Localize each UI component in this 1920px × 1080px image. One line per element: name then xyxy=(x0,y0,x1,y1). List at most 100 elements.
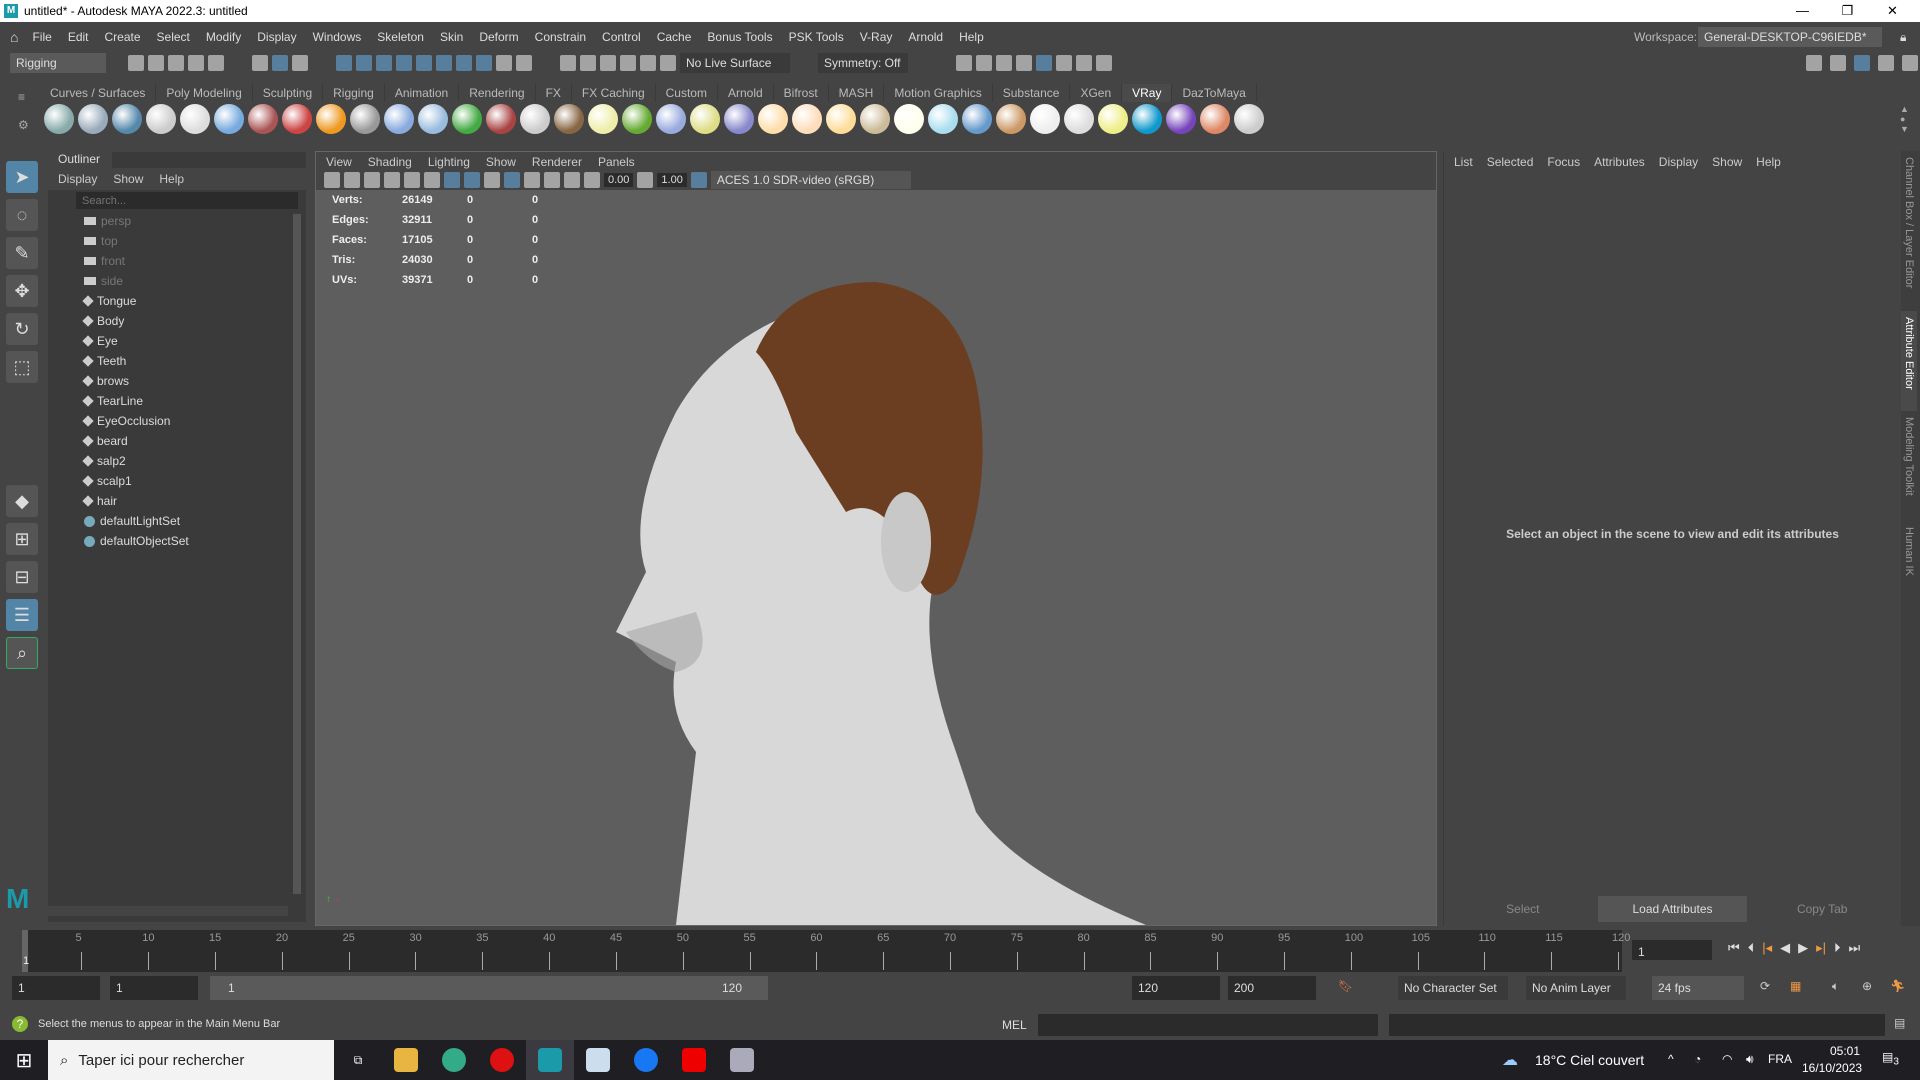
select-tool-icon[interactable]: ➤ xyxy=(6,161,38,193)
home-icon[interactable]: ⌂ xyxy=(10,29,18,45)
menu-bonus-tools[interactable]: Bonus Tools xyxy=(707,30,772,44)
move-tool-icon[interactable]: ✥ xyxy=(6,275,38,307)
scale-tool-icon[interactable]: ⬚ xyxy=(6,351,38,383)
menu-windows[interactable]: Windows xyxy=(313,30,362,44)
maya-taskbar-icon[interactable] xyxy=(526,1040,574,1080)
vray-dome-icon[interactable] xyxy=(588,104,618,134)
snap-surface-icon[interactable] xyxy=(396,55,412,71)
outliner-search-input[interactable] xyxy=(76,192,298,209)
network-icon[interactable]: ◔ xyxy=(1694,1052,1701,1066)
shelf-tab-vray[interactable]: VRay xyxy=(1122,84,1173,102)
menu-skin[interactable]: Skin xyxy=(440,30,463,44)
close-button[interactable]: ✕ xyxy=(1870,0,1915,22)
go-to-end-icon[interactable]: ⏭ xyxy=(1849,940,1861,956)
tab-channel-box[interactable]: Channel Box / Layer Editor xyxy=(1901,151,1917,311)
vray-rect-light-icon[interactable] xyxy=(928,104,958,134)
menu-select[interactable]: Select xyxy=(157,30,190,44)
load-attributes-button[interactable]: Load Attributes xyxy=(1597,896,1748,922)
input-language[interactable]: FRA xyxy=(1768,1052,1792,1066)
menu-file[interactable]: File xyxy=(32,30,51,44)
light-editor-icon[interactable] xyxy=(1076,55,1092,71)
vray-scatter-icon[interactable] xyxy=(656,104,686,134)
copy-tab-button[interactable]: Copy Tab xyxy=(1747,896,1897,922)
help-icon[interactable] xyxy=(1234,104,1264,134)
task-view-icon[interactable]: ⧉ xyxy=(334,1040,382,1080)
weather-text[interactable]: 18°C Ciel couvert xyxy=(1535,1052,1644,1068)
menu-control[interactable]: Control xyxy=(602,30,641,44)
wifi-icon[interactable]: ◠ xyxy=(1722,1052,1732,1066)
maximize-button[interactable]: ❐ xyxy=(1825,0,1870,22)
auto-key-icon[interactable]: 🔖︎ xyxy=(1338,979,1353,993)
outliner-item[interactable]: persp xyxy=(48,211,306,231)
viewport-menu-lighting[interactable]: Lighting xyxy=(428,155,470,169)
single-perspective-layout-icon[interactable]: ◆ xyxy=(6,485,38,517)
channel-box-toggle-icon[interactable] xyxy=(1902,55,1918,71)
render-settings-icon[interactable] xyxy=(1016,55,1032,71)
outliner-scrollbar[interactable] xyxy=(293,214,301,894)
tab-modeling-toolkit[interactable]: Modeling Toolkit xyxy=(1901,411,1917,521)
exposure-field[interactable]: 0.00 xyxy=(604,173,634,187)
step-back-frame-icon[interactable]: ⏴ xyxy=(1748,940,1755,956)
file-explorer-icon[interactable] xyxy=(382,1040,430,1080)
color-management-icon[interactable] xyxy=(690,172,707,188)
hypershade-icon[interactable] xyxy=(1036,55,1052,71)
viewport-menu-renderer[interactable]: Renderer xyxy=(532,155,582,169)
outliner-item[interactable]: brows xyxy=(48,371,306,391)
volume-icon[interactable]: 🔊︎ xyxy=(1746,1052,1754,1067)
exposure-icon[interactable] xyxy=(584,172,600,188)
undo-icon[interactable] xyxy=(188,55,204,71)
shelf-tab-custom[interactable]: Custom xyxy=(656,84,718,102)
vray-vfb-icon[interactable] xyxy=(180,104,210,134)
outliner-item[interactable]: Eye xyxy=(48,331,306,351)
notifications-icon[interactable]: ▤3 xyxy=(1882,1050,1899,1067)
attribute-menu-selected[interactable]: Selected xyxy=(1487,155,1534,169)
shelf-tab-mash[interactable]: MASH xyxy=(829,84,885,102)
attribute-menu-help[interactable]: Help xyxy=(1756,155,1781,169)
script-editor-icon[interactable]: ▤ xyxy=(1894,1016,1905,1030)
clock-date[interactable]: 16/10/2023 xyxy=(1802,1061,1862,1075)
shelf-scroll-icon[interactable]: ▲ ● ▼ xyxy=(1900,104,1909,134)
save-scene-icon[interactable] xyxy=(168,55,184,71)
outliner-layout-icon[interactable]: ☰ xyxy=(6,599,38,631)
snap-point-icon[interactable] xyxy=(376,55,392,71)
character-icon[interactable]: 🏃︎ xyxy=(1890,979,1905,993)
vray-displace-icon[interactable] xyxy=(452,104,482,134)
vray-sun-icon[interactable] xyxy=(894,104,924,134)
snap-pivot-icon[interactable] xyxy=(456,55,472,71)
select-component-icon[interactable] xyxy=(292,55,308,71)
textured-icon[interactable] xyxy=(484,172,500,188)
vray-list-icon[interactable] xyxy=(112,104,142,134)
vray-grass-icon[interactable] xyxy=(622,104,652,134)
help-snap-icon[interactable] xyxy=(476,55,492,71)
animation-start-field[interactable]: 1 xyxy=(12,976,100,1000)
clock-time[interactable]: 05:01 xyxy=(1830,1044,1860,1058)
snap-live-icon[interactable] xyxy=(436,55,452,71)
select-button[interactable]: Select xyxy=(1448,896,1598,922)
pause-icon[interactable] xyxy=(1096,55,1112,71)
outliner-item[interactable]: Body xyxy=(48,311,306,331)
vray-settings-icon[interactable] xyxy=(44,104,74,134)
attribute-menu-list[interactable]: List xyxy=(1454,155,1473,169)
lock-icon[interactable]: 🔒︎ xyxy=(1900,30,1906,45)
modeling-toolkit-toggle-icon[interactable] xyxy=(1806,55,1822,71)
attribute-menu-display[interactable]: Display xyxy=(1659,155,1698,169)
command-language-toggle[interactable]: MEL xyxy=(1002,1018,1027,1032)
character-set-dropdown[interactable]: No Character Set xyxy=(1398,976,1508,1000)
shelf-tab-rendering[interactable]: Rendering xyxy=(459,84,536,102)
taskbar-search[interactable]: ⌕ Taper ici pour rechercher xyxy=(48,1040,334,1080)
vray-proxy-icon[interactable] xyxy=(350,104,380,134)
four-view-layout-icon[interactable]: ⊞ xyxy=(6,523,38,555)
attribute-menu-show[interactable]: Show xyxy=(1712,155,1742,169)
camera-attributes-icon[interactable] xyxy=(344,172,360,188)
shadows-icon[interactable] xyxy=(524,172,540,188)
outliner-item[interactable]: EyeOcclusion xyxy=(48,411,306,431)
outliner-item[interactable]: TearLine xyxy=(48,391,306,411)
input-ops-icon[interactable] xyxy=(560,55,576,71)
select-object-icon[interactable] xyxy=(272,55,288,71)
vray-chaos-icon[interactable] xyxy=(1166,104,1196,134)
shelf-tab-bifrost[interactable]: Bifrost xyxy=(774,84,829,102)
wireframe-icon[interactable] xyxy=(444,172,460,188)
symmetry-dropdown[interactable]: Symmetry: Off xyxy=(818,53,908,73)
vray-blend-icon[interactable] xyxy=(282,104,312,134)
attribute-menu-attributes[interactable]: Attributes xyxy=(1594,155,1645,169)
